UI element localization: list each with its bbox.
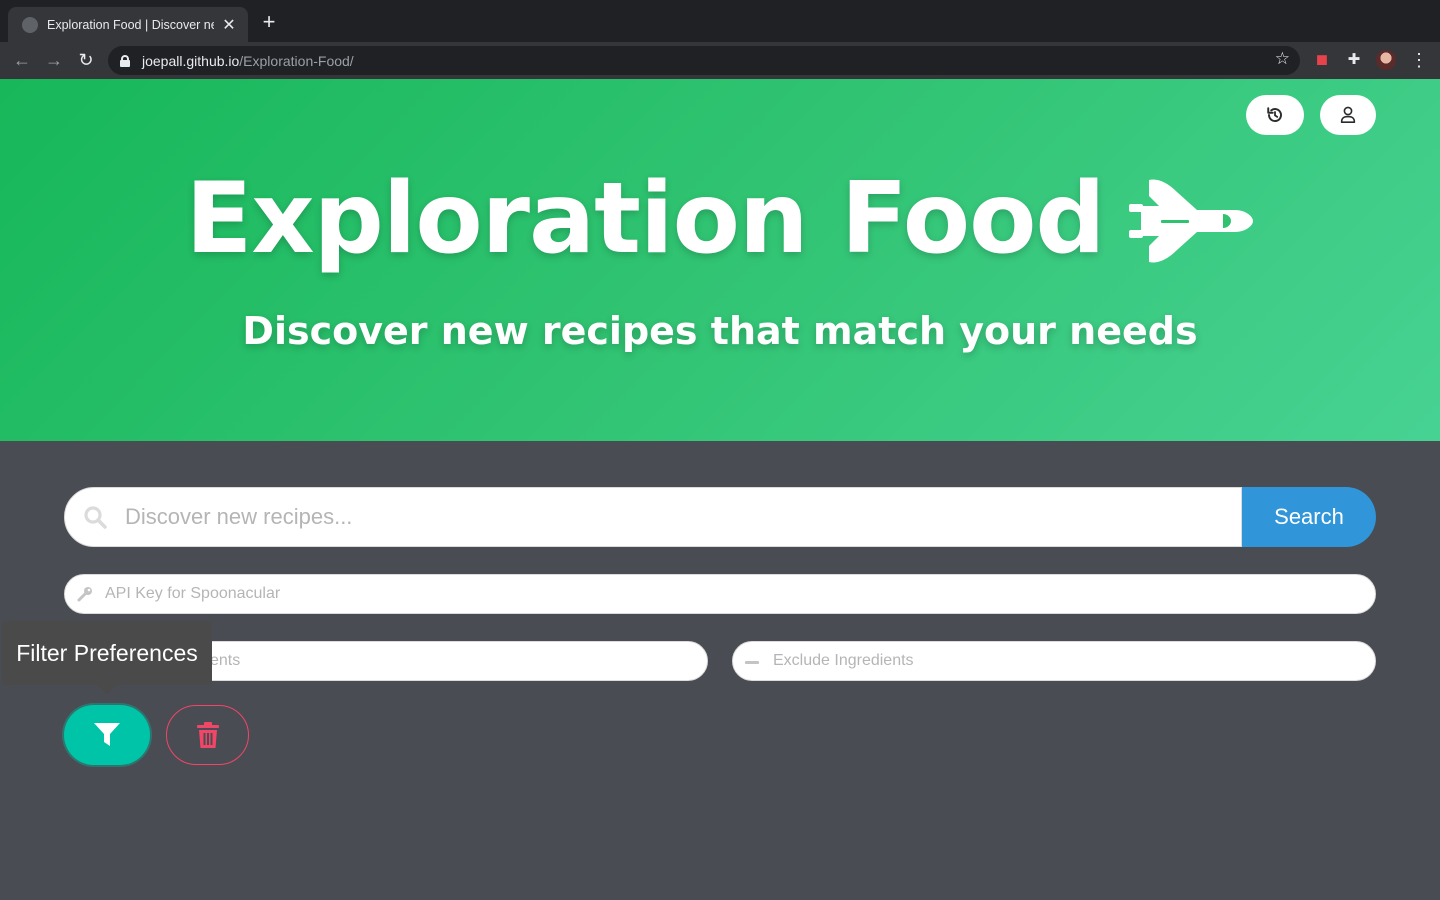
space-shuttle-icon xyxy=(1128,179,1253,263)
user-icon xyxy=(1340,106,1356,123)
tab-title: Exploration Food | Discover new recipes xyxy=(47,17,214,32)
browser-toolbar: ← → ↻ joepall.github.io/Exploration-Food… xyxy=(0,42,1440,79)
globe-icon xyxy=(22,16,38,33)
history-button[interactable] xyxy=(1246,95,1304,135)
url-host: joepall.github.io xyxy=(142,52,240,69)
browser-menu-icon[interactable]: ⋮ xyxy=(1410,50,1428,70)
trash-icon xyxy=(196,722,219,748)
api-key-input[interactable] xyxy=(105,575,1355,613)
exclude-ingredients-input[interactable] xyxy=(773,642,1363,680)
user-button[interactable] xyxy=(1320,95,1376,135)
address-bar[interactable]: joepall.github.io/Exploration-Food/ ☆ xyxy=(108,46,1300,75)
filter-preferences-tooltip: Filter Preferences xyxy=(2,621,212,685)
extension-record-icon[interactable]: ◼ xyxy=(1312,50,1332,70)
forward-arrow-icon[interactable]: → xyxy=(42,48,66,72)
hero-banner: Exploration Food Discover new recipes th… xyxy=(0,79,1440,441)
browser-tab[interactable]: Exploration Food | Discover new recipes … xyxy=(8,7,248,42)
page-title: Exploration Food xyxy=(185,162,1105,276)
key-icon xyxy=(77,587,92,602)
filter-preferences-button[interactable] xyxy=(64,705,150,765)
profile-avatar[interactable] xyxy=(1376,50,1396,70)
close-tab-icon[interactable]: ✕ xyxy=(220,15,238,35)
hero-title-row: Exploration Food xyxy=(0,159,1440,279)
search-input[interactable] xyxy=(125,488,1225,546)
reload-icon[interactable]: ↻ xyxy=(74,48,98,72)
new-tab-button[interactable]: + xyxy=(258,11,280,33)
history-icon xyxy=(1267,107,1282,122)
search-field xyxy=(64,487,1242,547)
url-path: /Exploration-Food/ xyxy=(239,52,354,69)
extensions-puzzle-icon[interactable]: ✚ xyxy=(1344,50,1364,70)
back-arrow-icon[interactable]: ← xyxy=(10,48,34,72)
filter-icon xyxy=(94,723,120,746)
page-subtitle: Discover new recipes that match your nee… xyxy=(242,309,1198,353)
exclude-ingredients-field xyxy=(732,641,1376,681)
lock-icon xyxy=(120,54,130,67)
search-icon xyxy=(84,506,107,529)
clear-search-button[interactable] xyxy=(166,705,249,765)
search-button[interactable]: Search xyxy=(1242,487,1376,547)
api-key-field xyxy=(64,574,1376,614)
browser-tab-bar: Exploration Food | Discover new recipes … xyxy=(0,0,1440,42)
tooltip-arrow xyxy=(97,685,117,695)
minus-icon xyxy=(745,661,759,664)
bookmark-star-icon[interactable]: ☆ xyxy=(1275,49,1290,69)
recipe-search-form: Search xyxy=(64,487,1376,547)
